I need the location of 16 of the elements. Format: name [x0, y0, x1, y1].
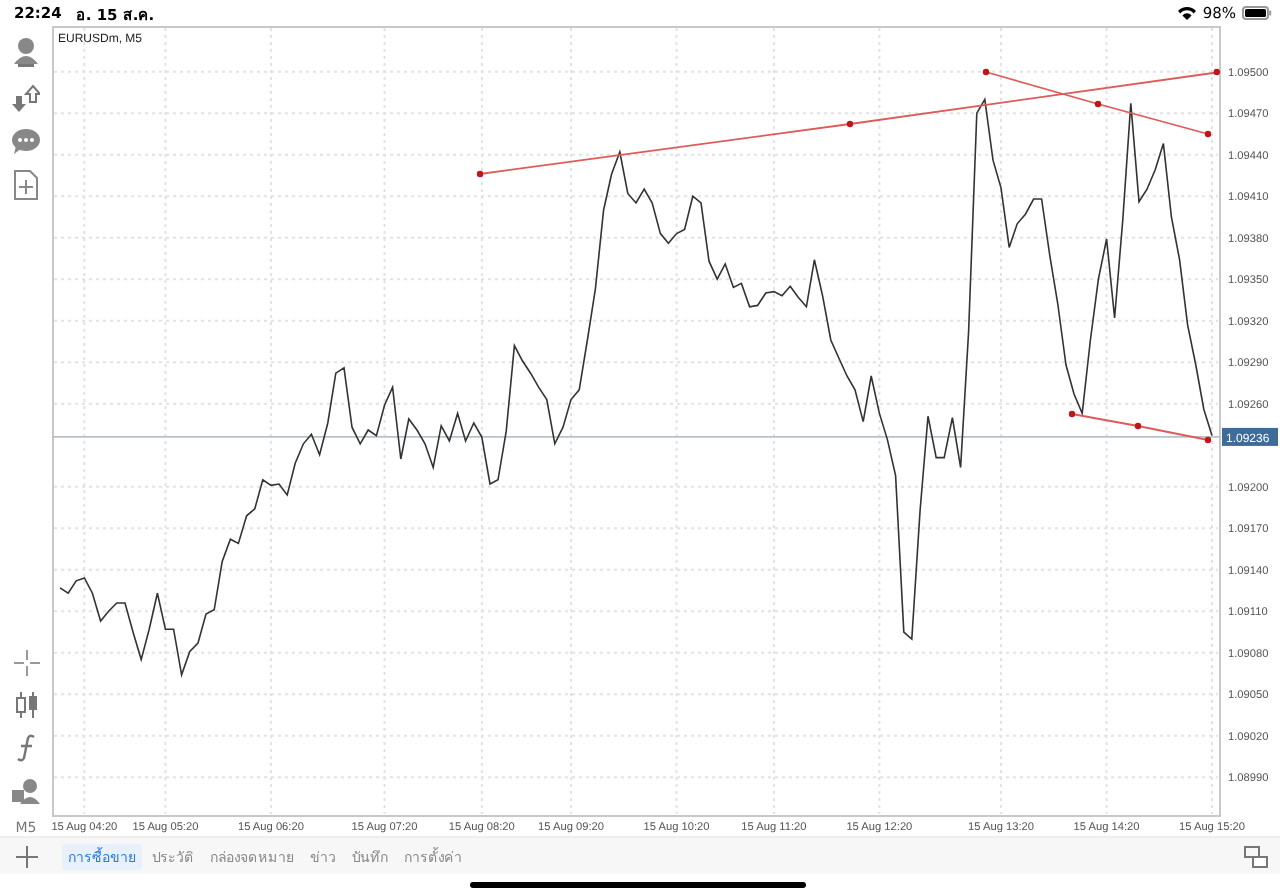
trend-line[interactable] [982, 68, 1212, 138]
crosshair-icon[interactable] [13, 650, 39, 676]
trend-line[interactable] [476, 68, 1221, 178]
home-indicator[interactable] [470, 881, 806, 887]
candlestick-icon[interactable] [13, 692, 39, 718]
chat-icon[interactable] [12, 128, 40, 154]
wifi-icon [1178, 6, 1197, 20]
trend-line[interactable] [1068, 410, 1212, 444]
split-window-icon[interactable] [1244, 845, 1268, 867]
battery-icon [1242, 6, 1272, 20]
account-icon[interactable] [12, 36, 40, 68]
shapes-icon[interactable] [11, 778, 41, 804]
buy-sell-arrows-icon[interactable] [12, 84, 40, 112]
function-icon[interactable] [16, 734, 36, 762]
new-document-icon[interactable] [14, 170, 38, 200]
add-icon[interactable] [16, 845, 38, 867]
